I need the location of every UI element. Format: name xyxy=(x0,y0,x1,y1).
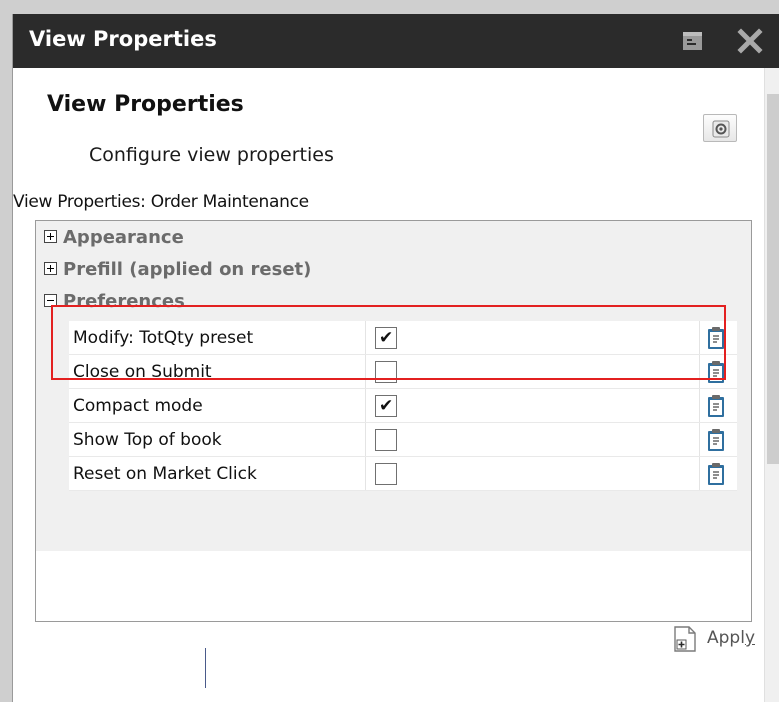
scrollbar-thumb[interactable] xyxy=(767,94,779,464)
clipboard-icon[interactable] xyxy=(707,360,725,388)
pref-label: Modify: TotQty preset xyxy=(73,328,254,348)
clipboard-icon[interactable] xyxy=(707,326,725,354)
clipboard-icon[interactable] xyxy=(707,428,725,456)
pref-row-close-on-submit: Close on Submit xyxy=(69,355,737,389)
pref-label: Reset on Market Click xyxy=(73,464,257,484)
window-title: View Properties xyxy=(29,27,217,51)
settings-button[interactable] xyxy=(703,114,737,142)
apply-icon xyxy=(674,626,696,652)
panel-title: View Properties xyxy=(47,92,244,117)
pref-label: Close on Submit xyxy=(73,362,212,382)
pref-row-show-top-of-book: Show Top of book xyxy=(69,423,737,457)
collapse-icon[interactable] xyxy=(44,293,57,307)
pref-label: Compact mode xyxy=(73,396,203,416)
view-properties-window: View Properties View Properties Configur… xyxy=(12,14,779,702)
gear-icon xyxy=(712,120,730,138)
pref-row-compact-mode: Compact mode ✔ xyxy=(69,389,737,423)
pref-row-modify-totqty-preset: Modify: TotQty preset ✔ xyxy=(69,321,737,355)
properties-tree: Appearance Prefill (applied on reset) Pr… xyxy=(35,220,752,622)
section-label: Appearance xyxy=(63,227,184,248)
clipboard-icon[interactable] xyxy=(707,462,725,490)
section-preferences[interactable]: Preferences xyxy=(44,291,185,319)
expand-icon[interactable] xyxy=(44,261,57,275)
restore-icon[interactable] xyxy=(680,28,706,54)
clipboard-icon[interactable] xyxy=(707,394,725,422)
vertical-scrollbar[interactable] xyxy=(764,68,779,702)
apply-label: Apply xyxy=(707,628,755,648)
checkmark-icon: ✔ xyxy=(379,396,394,416)
window-titlebar: View Properties xyxy=(13,14,779,68)
section-prefill[interactable]: Prefill (applied on reset) xyxy=(44,259,311,287)
pref-row-reset-on-market-click: Reset on Market Click xyxy=(69,457,737,491)
text-cursor xyxy=(205,648,206,688)
pref-checkbox[interactable] xyxy=(375,463,397,485)
pref-checkbox[interactable]: ✔ xyxy=(375,327,397,349)
section-label: Preferences xyxy=(63,291,185,312)
section-label: Prefill (applied on reset) xyxy=(63,259,312,280)
pref-checkbox[interactable] xyxy=(375,429,397,451)
checkmark-icon: ✔ xyxy=(379,328,394,348)
section-appearance[interactable]: Appearance xyxy=(44,227,184,255)
close-icon[interactable] xyxy=(737,28,763,54)
pref-checkbox[interactable] xyxy=(375,361,397,383)
background-strip-top xyxy=(0,0,779,14)
panel-subtitle: Configure view properties xyxy=(89,144,334,166)
pref-checkbox[interactable]: ✔ xyxy=(375,395,397,417)
pref-label: Show Top of book xyxy=(73,430,222,450)
background-strip-left xyxy=(0,0,12,702)
view-properties-label: View Properties: Order Maintenance xyxy=(13,192,309,212)
expand-icon[interactable] xyxy=(44,229,57,243)
